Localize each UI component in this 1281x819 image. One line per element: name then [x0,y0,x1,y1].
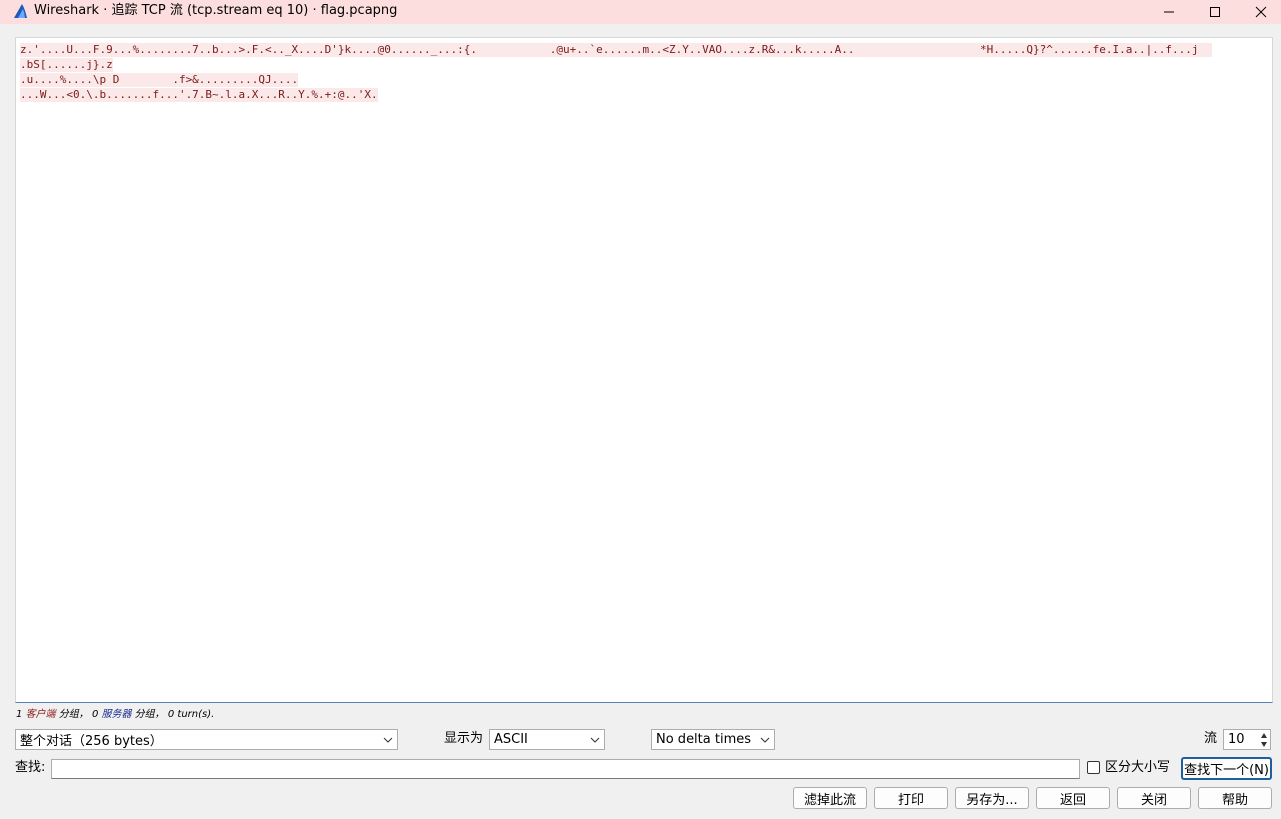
maximize-button[interactable] [1192,0,1238,24]
close-button[interactable]: 关闭 [1117,787,1191,809]
stream-number-label: 流 [1204,731,1218,746]
show-as-select[interactable]: ASCII [489,729,605,750]
stream-line: z.'....U...F.9...%........7..b...>.F.<..… [20,43,980,57]
save-as-button[interactable]: 另存为... [955,787,1029,809]
find-next-button[interactable]: 查找下一个(N) [1181,757,1272,780]
window-title: Wireshark · 追踪 TCP 流 (tcp.stream eq 10) … [34,3,398,18]
stream-number-value: 10 [1228,732,1245,747]
delta-times-value: No delta times [656,732,752,747]
show-as-label: 显示为 [444,731,484,746]
stream-summary: 1 客户端 分组， 0 服务器 分组， 0 turn(s). [16,709,214,721]
stream-line: *H.....Q}?^......fe.I.a..|..f...j [980,43,1212,57]
turns-count: 0 turn(s). [167,709,215,720]
stream-line: .u....%....\p D .f>&.........QJ.... [20,73,299,87]
server-count: 0 [91,709,99,720]
close-icon [1255,6,1267,18]
conversation-select-value: 整个对话（256 bytes） [20,734,163,749]
show-as-value: ASCII [494,732,528,747]
background-window-edge [0,24,4,819]
chevron-down-icon [383,737,393,743]
find-input[interactable] [51,759,1080,779]
client-label: 客户端 [25,709,56,720]
client-count: 1 [16,709,23,720]
case-sensitive-checkbox[interactable] [1087,761,1100,774]
delta-times-select[interactable]: No delta times [651,729,775,750]
maximize-icon [1210,7,1220,17]
minimize-button[interactable] [1146,0,1192,24]
chevron-down-icon [760,737,770,743]
minimize-icon [1164,11,1174,13]
back-button[interactable]: 返回 [1036,787,1110,809]
find-label: 查找: [15,760,46,775]
help-button[interactable]: 帮助 [1198,787,1272,809]
server-suffix: 分组， [131,709,165,720]
filter-out-stream-button[interactable]: 滤掉此流 [793,787,867,809]
case-sensitive-label: 区分大小写 [1105,760,1171,775]
chevron-down-icon [590,737,600,743]
print-button[interactable]: 打印 [874,787,948,809]
server-label: 服务器 [101,709,132,720]
conversation-select[interactable]: 整个对话（256 bytes） [15,729,398,750]
stream-content-pane[interactable]: z.'....U...F.9...%........7..b...>.F.<..… [15,37,1273,703]
spin-down-icon[interactable] [1260,741,1268,748]
stream-number-spinbox[interactable]: 10 [1223,729,1271,750]
stream-line: .bS[......j}.z [20,58,113,72]
title-bar: Wireshark · 追踪 TCP 流 (tcp.stream eq 10) … [0,0,1281,24]
stream-line: ...W...<0.\.b.......f...'.7.B~.l.a.X...R… [20,88,378,102]
client-suffix: 分组， [55,709,89,720]
spin-up-icon[interactable] [1260,732,1268,739]
wireshark-fin-icon [14,4,27,18]
close-window-button[interactable] [1238,0,1281,24]
